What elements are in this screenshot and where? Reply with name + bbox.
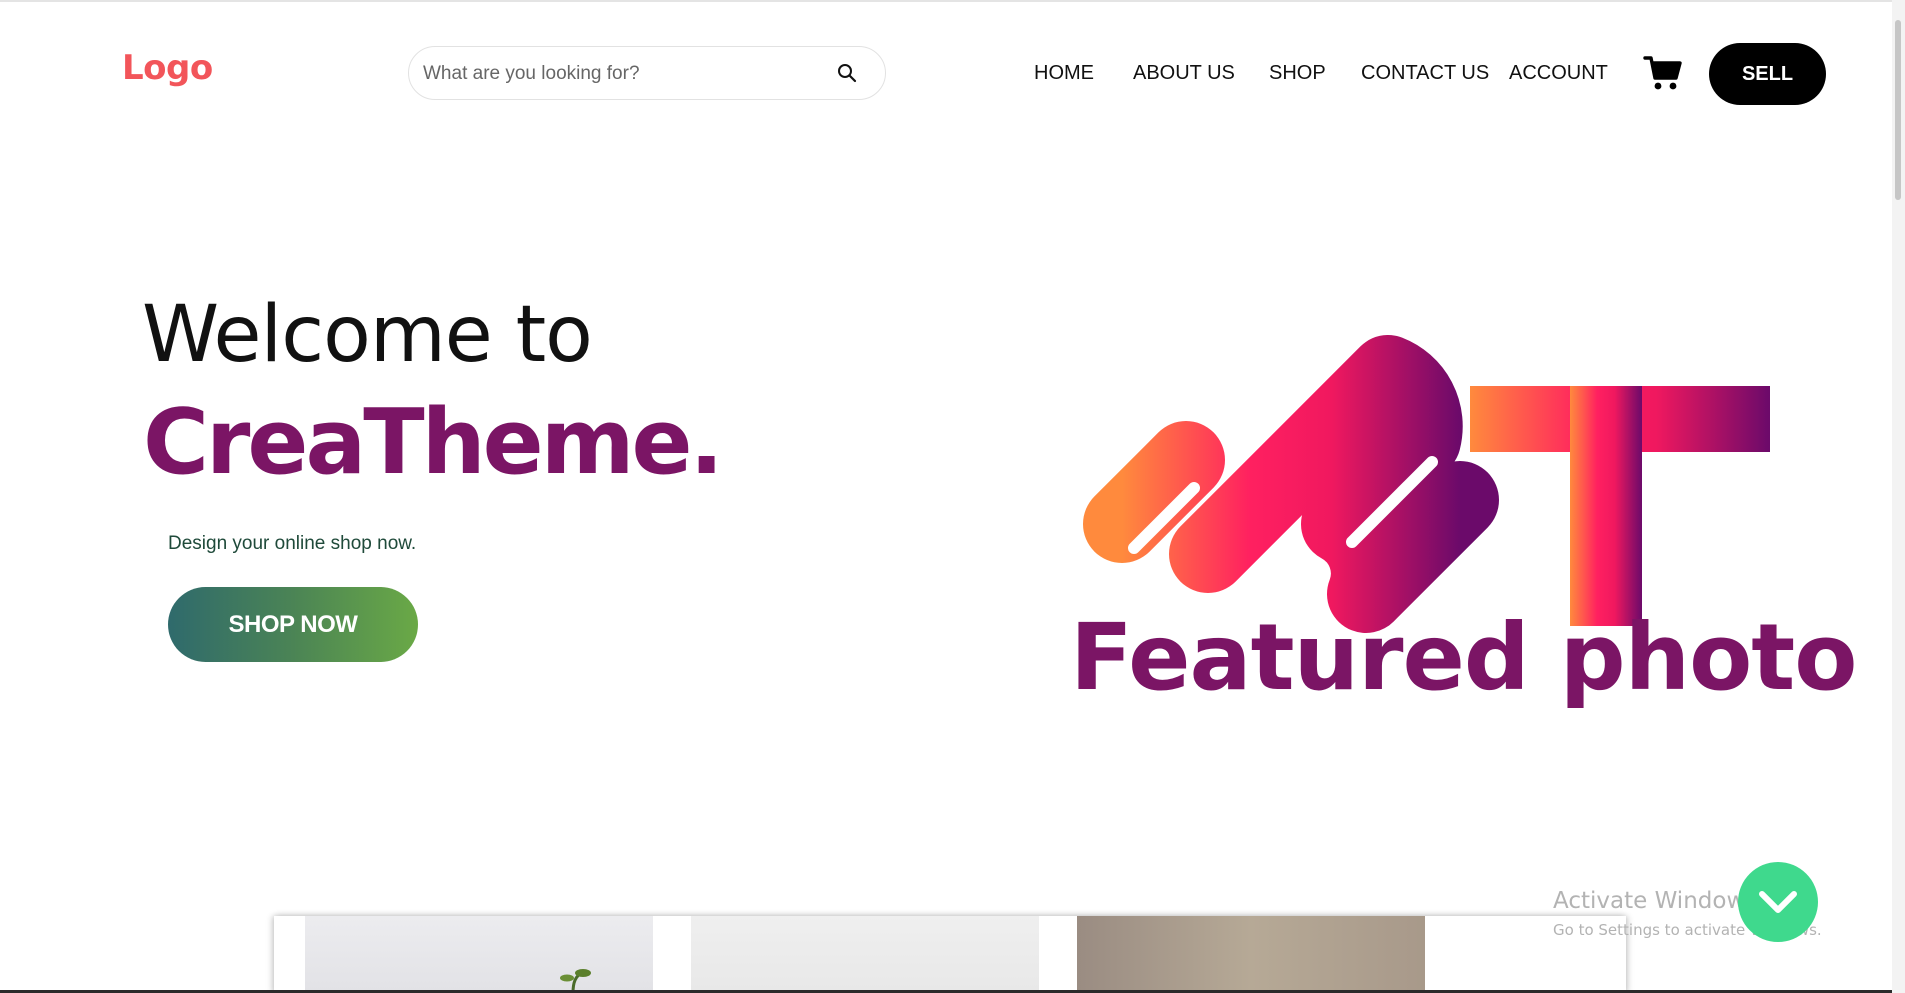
shop-now-button[interactable]: SHOP NOW — [168, 587, 418, 662]
nav-home[interactable]: HOME — [1034, 62, 1094, 85]
scrollbar-thumb[interactable] — [1895, 20, 1901, 200]
sell-button[interactable]: SELL — [1709, 43, 1826, 105]
search-input[interactable] — [421, 57, 825, 91]
featured-photo-caption: Featured photo — [1070, 604, 1857, 711]
nav-about-us[interactable]: ABOUT US — [1133, 62, 1235, 85]
product-cards — [274, 916, 1626, 993]
logo[interactable]: Logo — [122, 48, 213, 88]
brand-heading: CreaTheme. — [143, 390, 724, 495]
nav-contact-us[interactable]: CONTACT US — [1361, 62, 1489, 85]
top-border — [0, 0, 1905, 2]
product-card[interactable] — [305, 916, 653, 993]
nav-shop[interactable]: SHOP — [1269, 62, 1326, 85]
hero-tagline: Design your online shop now. — [168, 533, 417, 554]
search-icon[interactable] — [835, 61, 859, 85]
welcome-heading: Welcome to — [142, 290, 593, 380]
cart-icon[interactable] — [1643, 54, 1683, 92]
scrollbar[interactable] — [1892, 0, 1905, 993]
search-bar[interactable] — [408, 46, 886, 100]
chevron-down-icon — [1759, 891, 1797, 913]
scroll-down-button[interactable] — [1738, 862, 1818, 942]
windows-watermark-title: Activate Windows — [1553, 888, 1758, 914]
page: Logo HOME ABOUT US SHOP CONTACT US ACCOU… — [0, 0, 1905, 993]
product-card[interactable] — [691, 916, 1039, 993]
nav-account[interactable]: ACCOUNT — [1509, 62, 1608, 85]
product-card[interactable] — [1077, 916, 1425, 993]
